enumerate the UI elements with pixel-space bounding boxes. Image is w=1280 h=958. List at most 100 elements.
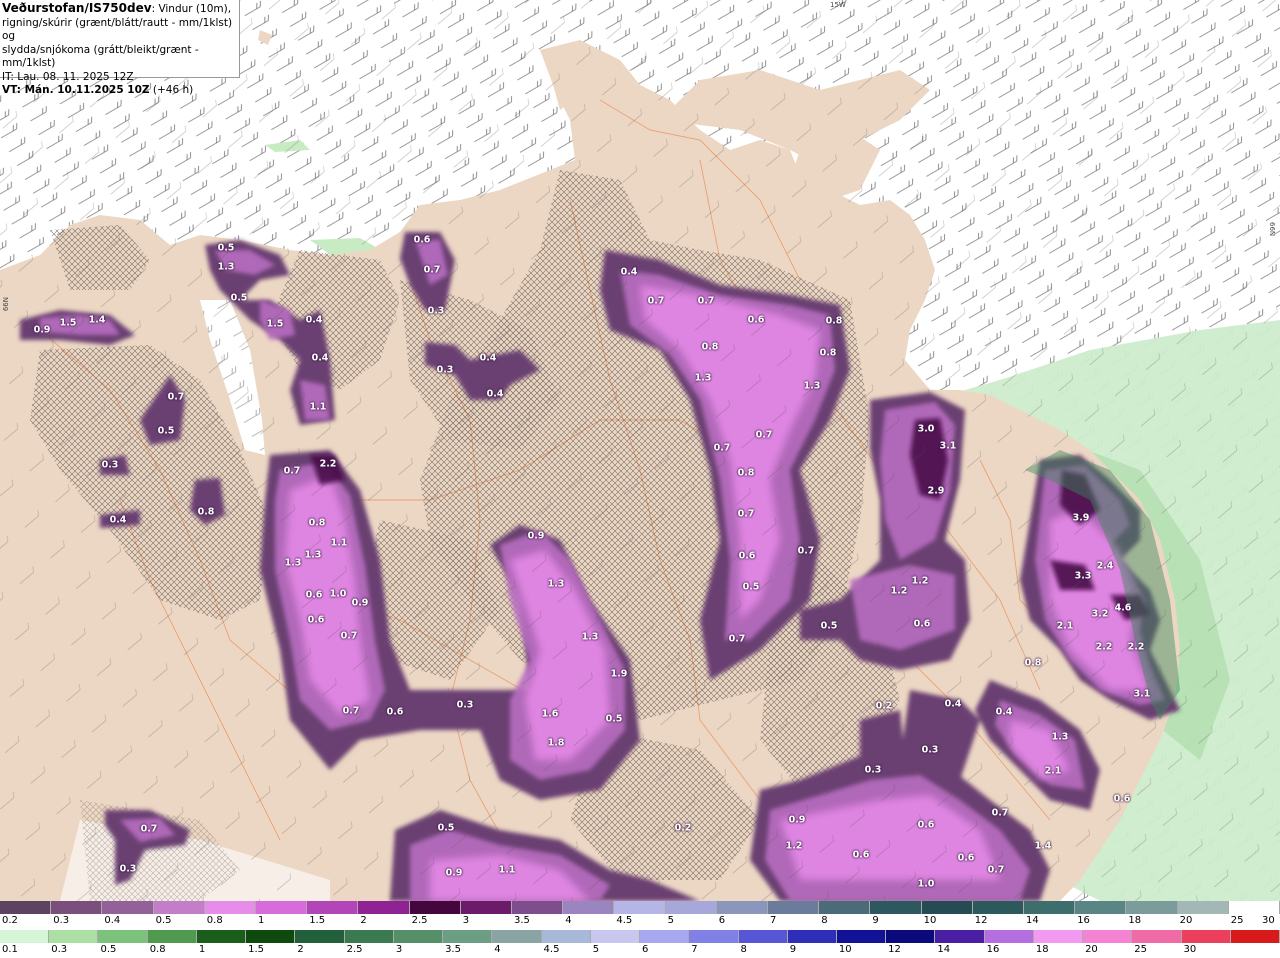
legend-label: 1.5 [248,944,265,955]
precip-value-label: 1.3 [581,631,599,643]
legend-swatch [102,901,154,914]
legend-label: 16 [1077,915,1090,926]
precip-value-label: 0.5 [605,713,623,725]
precip-value-label: 0.6 [386,706,404,718]
precip-value-label: 0.6 [305,589,323,601]
precip-value-label: 4.6 [1114,602,1132,614]
legend-label: 18 [1035,944,1049,955]
precip-value-label: 2.2 [1127,641,1145,653]
precip-value-label: 2.9 [927,485,945,497]
legend-label: 0.8 [206,915,223,926]
precip-value-label: 1.3 [304,549,322,561]
header-line1: : Vindur (10m), [151,3,232,15]
legend-label: 0.3 [53,915,70,926]
legend-label: 1 [258,915,265,926]
precip-value-label: 0.3 [119,863,137,875]
precip-value-label: 1.3 [694,372,712,384]
precip-value-label: 0.3 [101,459,119,471]
legend-label: 9 [872,915,879,926]
legend-label: 5 [592,944,600,955]
legend-swatch [246,930,296,943]
legend-label: 1.5 [309,915,326,926]
precip-value-label: 1.4 [1034,840,1052,852]
precip-value-label: 0.4 [486,388,504,400]
precip-value-label: 0.4 [944,698,962,710]
legend-label: 0.4 [104,915,121,926]
precip-value-label: 0.7 [755,429,773,441]
legend-swatch [1132,930,1182,943]
precip-value-label: 3.1 [1133,688,1151,700]
precip-value-label: 0.6 [307,614,325,626]
precip-value-label: 1.0 [329,588,347,600]
precip-value-label: 0.6 [747,314,765,326]
legend-label: 3.5 [445,944,461,955]
precip-value-label: 1.0 [917,878,935,890]
precip-value-label: 1.4 [88,314,106,326]
legend-swatch [640,930,690,943]
legend-swatch [614,901,666,914]
precip-value-label: 0.6 [1113,793,1131,805]
legend-labels-rain: 0.1 0.3 0.5 0.8 1 1.5 2 2.5 3 3.5 4 4.5 5 6 7 8 9 10 12 14 1… [0,944,1280,958]
precip-value-label: 1.2 [785,840,803,852]
legend-swatch [492,930,542,943]
legend-label: 2 [297,944,304,955]
legend-label: 7 [770,915,777,926]
legend-swatch [51,901,103,914]
legend-label: 0.8 [149,944,166,955]
legend-swatch [590,930,641,943]
legend-swatch [1033,930,1084,943]
legend-swatch [787,930,837,943]
legend-label: 14 [937,944,951,955]
precip-value-label: 0.5 [742,581,760,593]
precip-value-label: 1.1 [330,537,348,549]
legend-label: 20 [1179,915,1193,926]
map-info-box: Veðurstofan/IS750dev: Vindur (10m), rign… [0,0,240,96]
legend-swatch [393,930,444,943]
precip-value-label: 1.2 [890,585,908,597]
legend-swatch [541,930,591,943]
precip-value-label: 2.1 [1056,620,1074,632]
legend-label: 7 [691,944,698,955]
precip-value-label: 0.7 [713,442,731,454]
legend-swatch [972,901,1025,914]
legend-label: 20 [1085,944,1098,955]
legend-label: 4 [494,944,501,955]
precip-value-label: 2.2 [319,458,337,470]
precip-value-label: 0.4 [620,266,638,278]
legend-label: 0.2 [2,915,18,926]
legend-label: 25 [1134,944,1148,955]
legend-swatch [716,901,769,914]
precip-value-label: 0.4 [479,352,497,364]
legend-swatch [512,901,564,914]
legend-swatch [1228,901,1280,914]
legend-swatch [307,901,359,914]
legend-label: 4.5 [616,915,633,926]
precip-value-label: 0.9 [351,597,369,609]
precip-value-label: 1.1 [498,864,516,876]
legend-swatch [1177,901,1229,914]
header-line2: rigning/skúrir (grænt/blátt/rautt - mm/1… [2,16,233,43]
precip-value-label: 3.3 [1074,570,1092,582]
legend-swatch [886,930,936,943]
precip-value-label: 0.6 [852,849,870,861]
legend-swatch [204,901,257,914]
legend-label: 12 [974,915,988,926]
legend-label: 2.5 [346,944,363,955]
legend-swatch [344,930,394,943]
precip-value-label: 0.7 [423,264,441,276]
precip-value-label: 2.4 [1096,560,1114,572]
legend-swatch [98,930,148,943]
valid-time: VT: Mán. 10.11.2025 10Z [2,84,150,96]
header-line3: slydda/snjókoma (grátt/bleikt/grænt - mm… [2,43,199,70]
legend-swatch [819,901,871,914]
legend-swatch [0,901,52,914]
precip-value-label: 0.5 [820,620,838,632]
legend-bar-rain [0,930,1280,943]
precip-value-label: 0.7 [697,295,715,307]
legend-swatch [738,930,788,943]
legend-swatch [196,930,247,943]
legend-swatch [1083,930,1133,943]
precip-value-label: 0.9 [445,867,463,879]
legend-bar-snow [0,901,1280,914]
precip-value-label: 0.7 [647,295,665,307]
